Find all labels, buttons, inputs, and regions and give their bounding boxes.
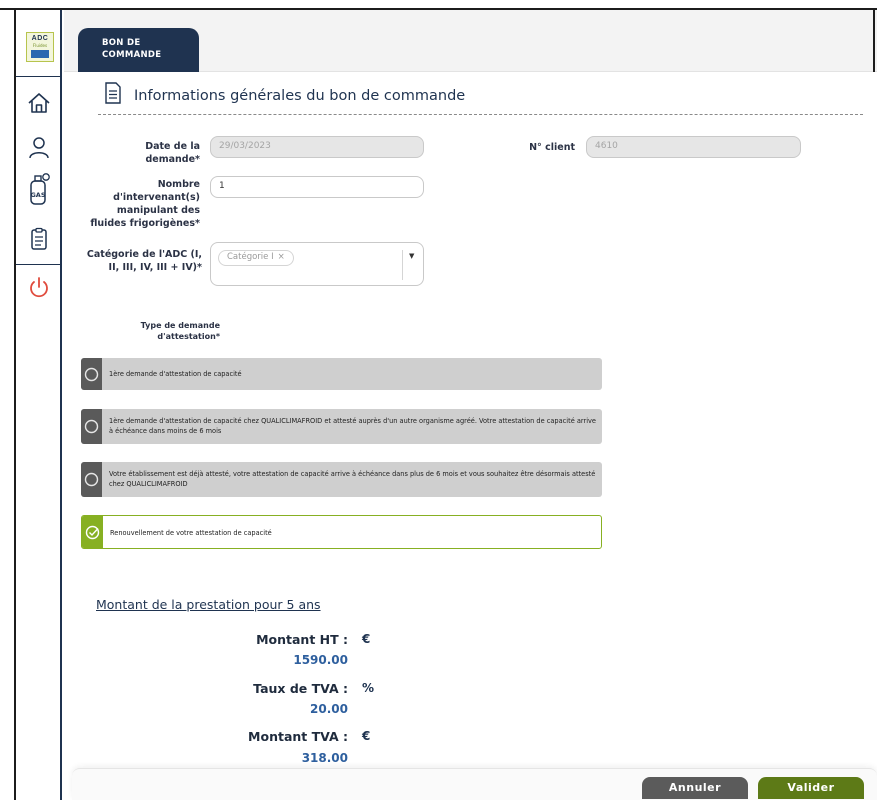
intervenants-label-line: fluides frigorigènes* — [90, 218, 200, 229]
option-text: Renouvellement de votre attestation de c… — [110, 529, 272, 537]
radio-unchecked-icon[interactable] — [81, 462, 102, 497]
tab-label-line2: COMMANDE — [102, 50, 162, 60]
tab-bon-de-commande[interactable]: BON DE COMMANDE — [78, 28, 199, 72]
client-number-field[interactable]: 4610 — [586, 136, 801, 158]
chip-remove-icon[interactable]: × — [278, 252, 285, 262]
cancel-button[interactable]: Annuler — [642, 777, 748, 799]
sidebar-divider — [16, 264, 60, 265]
categorie-chip-label: Catégorie I — [227, 252, 274, 262]
date-label-line1: Date de la — [145, 141, 200, 152]
client-label: N° client — [529, 142, 575, 153]
logo-badge — [31, 50, 49, 58]
taux-tva-value: 20.00 — [310, 702, 348, 716]
option-deja-atteste[interactable]: Votre établissement est déjà attesté, vo… — [81, 462, 602, 497]
date-field[interactable]: 29/03/2023 — [210, 136, 424, 158]
montant-ht-value: 1590.00 — [293, 653, 348, 667]
window-right-border — [873, 10, 875, 72]
categorie-label-line: Catégorie de l'ADC (I, — [86, 249, 202, 260]
intervenants-input[interactable]: 1 — [210, 176, 424, 198]
adc-fluides-logo[interactable]: ADC Fluides — [26, 32, 54, 62]
categorie-chip[interactable]: Catégorie I × — [218, 250, 294, 266]
type-label-line: Type de demande — [140, 321, 220, 330]
validate-button[interactable]: Valider — [758, 777, 864, 799]
gas-label: GAS — [30, 191, 45, 199]
option-text: 1ère demande d'attestation de capacité c… — [109, 417, 596, 435]
power-icon[interactable] — [26, 274, 52, 300]
intervenants-label-line: manipulant des — [116, 205, 200, 216]
logo-subtext: Fluides — [32, 43, 48, 48]
montant-tva-value: 318.00 — [301, 751, 348, 765]
option-renouvellement[interactable]: Renouvellement de votre attestation de c… — [81, 515, 602, 549]
intervenants-label-line: Nombre — [157, 179, 200, 190]
chevron-down-icon[interactable]: ▼ — [409, 252, 414, 260]
clipboard-icon[interactable] — [26, 226, 52, 252]
option-text: Votre établissement est déjà attesté, vo… — [109, 470, 596, 488]
window-top-border — [0, 0, 877, 10]
sidebar-divider — [16, 76, 60, 77]
categorie-select[interactable]: Catégorie I × ▼ — [210, 242, 424, 286]
option-premiere-demande[interactable]: 1ère demande d'attestation de capacité — [81, 358, 602, 390]
user-icon[interactable] — [26, 134, 52, 160]
type-demande-label: Type de demande d'attestation* — [100, 320, 220, 342]
section-divider — [98, 114, 863, 115]
categorie-label-line: II, III, IV, III + IV)* — [108, 262, 202, 273]
categorie-label: Catégorie de l'ADC (I, II, III, IV, III … — [78, 248, 202, 274]
home-icon[interactable] — [26, 90, 52, 116]
option-premiere-demande-autre-organisme[interactable]: 1ère demande d'attestation de capacité c… — [81, 409, 602, 444]
gas-bottle-icon[interactable]: GAS — [26, 172, 52, 206]
amount-section-title: Montant de la prestation pour 5 ans — [96, 597, 321, 612]
montant-tva-label: Montant TVA : — [248, 729, 348, 744]
action-footer — [72, 768, 877, 800]
option-text: 1ère demande d'attestation de capacité — [109, 370, 242, 378]
radio-checked-icon[interactable] — [82, 516, 103, 548]
date-label: Date de la demande* — [120, 140, 200, 166]
montant-ht-label: Montant HT : — [256, 632, 348, 647]
montant-ht-unit: € — [362, 632, 371, 646]
top-bar: BON DE COMMANDE — [64, 10, 877, 72]
radio-unchecked-icon[interactable] — [81, 358, 102, 390]
taux-tva-unit: % — [362, 681, 375, 695]
logo-text: ADC — [31, 35, 49, 42]
document-icon — [105, 82, 121, 104]
intervenants-label: Nombre d'intervenant(s) manipulant des f… — [86, 178, 200, 230]
date-label-line2: demande* — [145, 154, 200, 165]
section-title: Informations générales du bon de command… — [134, 88, 466, 104]
select-separator — [402, 250, 403, 280]
tab-label-line1: BON DE — [102, 38, 141, 48]
radio-unchecked-icon[interactable] — [81, 409, 102, 444]
type-label-line: d'attestation* — [157, 332, 220, 341]
sidebar: ADC Fluides GAS — [14, 10, 62, 800]
montant-tva-unit: € — [362, 729, 371, 743]
intervenants-label-line: d'intervenant(s) — [113, 192, 200, 203]
taux-tva-label: Taux de TVA : — [253, 681, 348, 696]
